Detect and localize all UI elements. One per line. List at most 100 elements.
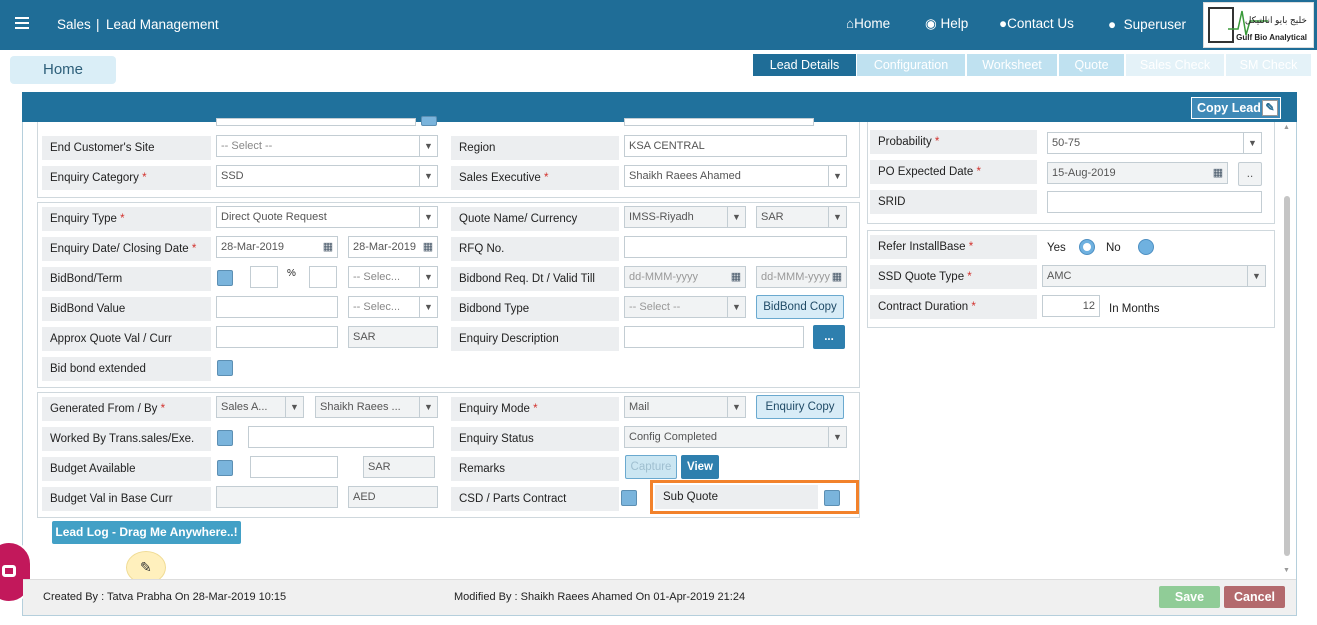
worked-by-label: Worked By Trans.sales/Exe. xyxy=(42,427,211,451)
srid-field[interactable] xyxy=(1047,191,1262,213)
contract-duration-field[interactable]: 12 xyxy=(1042,295,1100,317)
edit-icon: ✎ xyxy=(140,559,152,575)
bidbond-valid-till[interactable]: dd-MMM-yyyy ▦ xyxy=(756,266,847,288)
home-icon: ⌂ xyxy=(846,16,855,31)
bid-bond-extended-checkbox[interactable] xyxy=(217,360,233,376)
worked-by-field[interactable] xyxy=(248,426,434,448)
cut-off-field-2 xyxy=(624,118,814,126)
calendar-icon[interactable]: ▦ xyxy=(1209,163,1227,183)
bidbond-term-select[interactable]: -- Selec... ▼ xyxy=(348,266,438,288)
copy-lead-button[interactable]: Copy Lead ✎ xyxy=(1191,97,1281,119)
contract-duration-label: Contract Duration * xyxy=(870,295,1037,319)
probability-select[interactable]: 50-75 ▼ xyxy=(1047,132,1262,154)
calendar-icon[interactable]: ▦ xyxy=(419,237,437,257)
nav-contact[interactable]: ●Contact Us xyxy=(999,16,1074,32)
enquiry-mode-label: Enquiry Mode * xyxy=(451,397,619,421)
budget-available-checkbox[interactable] xyxy=(217,460,233,476)
bidbond-term-field[interactable] xyxy=(309,266,337,288)
enquiry-copy-button[interactable]: Enquiry Copy xyxy=(756,395,844,419)
bidbond-checkbox[interactable] xyxy=(217,270,233,286)
chevron-down-icon: ▼ xyxy=(1247,266,1265,286)
modified-by-text: Modified By : Shaikh Raees Ahamed On 01-… xyxy=(454,591,746,603)
enquiry-mode-select[interactable]: Mail ▼ xyxy=(624,396,746,418)
nav-user[interactable]: ● Superuser xyxy=(1108,17,1186,33)
bidbond-copy-button[interactable]: BidBond Copy xyxy=(756,295,844,319)
chevron-down-icon: ▼ xyxy=(419,136,437,156)
budget-available-label: Budget Available xyxy=(42,457,211,481)
end-customer-site-select[interactable]: -- Select -- ▼ xyxy=(216,135,438,157)
section-customer: End Customer's Site -- Select -- ▼ Region… xyxy=(37,116,860,198)
ssd-quote-type-select[interactable]: AMC ▼ xyxy=(1042,265,1266,287)
home-button[interactable]: Home xyxy=(10,56,116,84)
region-field[interactable]: KSA CENTRAL xyxy=(624,135,847,157)
end-customer-site-label: End Customer's Site xyxy=(42,136,211,160)
top-navbar: Sales | Lead Management ⌂Home ◉ Help ●Co… xyxy=(0,0,1317,50)
tab-sales-check[interactable]: Sales Check xyxy=(1126,54,1224,76)
po-more-button[interactable]: .. xyxy=(1238,162,1262,186)
sub-quote-checkbox[interactable] xyxy=(824,490,840,506)
enquiry-type-select[interactable]: Direct Quote Request ▼ xyxy=(216,206,438,228)
enquiry-category-select[interactable]: SSD ▼ xyxy=(216,165,438,187)
chevron-down-icon: ▼ xyxy=(828,427,846,447)
enquiry-status-select[interactable]: Config Completed ▼ xyxy=(624,426,847,448)
section-generated: Generated From / By * Sales A... ▼ Shaikh… xyxy=(37,392,860,518)
approx-quote-field[interactable] xyxy=(216,326,338,348)
logo-arabic-text: خليج بايو انالتيكل xyxy=(1244,15,1307,25)
calendar-icon[interactable]: ▦ xyxy=(828,267,846,287)
scroll-up-icon[interactable]: ▲ xyxy=(1283,124,1290,131)
nav-help[interactable]: ◉ Help xyxy=(925,16,968,32)
tab-worksheet[interactable]: Worksheet xyxy=(967,54,1057,76)
closing-date-field[interactable]: 28-Mar-2019 ▦ xyxy=(348,236,438,258)
chevron-down-icon: ▼ xyxy=(419,207,437,227)
remarks-label: Remarks xyxy=(451,457,619,481)
view-button[interactable]: View xyxy=(681,455,719,479)
sales-executive-select[interactable]: Shaikh Raees Ahamed ▼ xyxy=(624,165,847,187)
bidbond-req-date[interactable]: dd-MMM-yyyy ▦ xyxy=(624,266,746,288)
tab-configuration[interactable]: Configuration xyxy=(857,54,965,76)
budget-currency-field: SAR xyxy=(363,456,435,478)
calendar-icon[interactable]: ▦ xyxy=(727,267,745,287)
scrollbar[interactable]: ▲ ▼ xyxy=(1282,124,1292,578)
section-installbase: Refer InstallBase * Yes No SSD Quote Typ… xyxy=(867,230,1275,328)
worked-by-checkbox[interactable] xyxy=(217,430,233,446)
chevron-down-icon: ▼ xyxy=(419,297,437,317)
generated-from-select[interactable]: Sales A... ▼ xyxy=(216,396,304,418)
no-radio[interactable] xyxy=(1138,239,1154,255)
yes-radio[interactable] xyxy=(1079,239,1095,255)
tab-lead-details[interactable]: Lead Details xyxy=(753,54,856,76)
bid-bond-extended-label: Bid bond extended xyxy=(42,357,211,381)
cancel-button[interactable]: Cancel xyxy=(1224,586,1285,608)
enquiry-type-label: Enquiry Type * xyxy=(42,207,211,231)
nav-home[interactable]: ⌂Home xyxy=(846,16,890,32)
enquiry-description-field[interactable] xyxy=(624,326,804,348)
currency-select[interactable]: SAR ▼ xyxy=(756,206,847,228)
csd-parts-checkbox[interactable] xyxy=(621,490,637,506)
budget-base-label: Budget Val in Base Curr xyxy=(42,487,211,511)
menu-icon[interactable] xyxy=(15,17,29,29)
description-more-button[interactable]: ... xyxy=(813,325,845,349)
enquiry-date-field[interactable]: 28-Mar-2019 ▦ xyxy=(216,236,338,258)
scroll-down-icon[interactable]: ▼ xyxy=(1283,567,1290,574)
tab-sm-check[interactable]: SM Check xyxy=(1226,54,1311,76)
csd-parts-label: CSD / Parts Contract xyxy=(451,487,619,511)
scrollbar-thumb[interactable] xyxy=(1284,196,1290,556)
approx-quote-label: Approx Quote Val / Curr xyxy=(42,327,211,351)
save-button[interactable]: Save xyxy=(1159,586,1220,608)
chat-icon: ● xyxy=(999,16,1008,31)
rfq-field[interactable] xyxy=(624,236,847,258)
tab-quote[interactable]: Quote xyxy=(1059,54,1124,76)
budget-available-field[interactable] xyxy=(250,456,338,478)
lead-log-tooltip[interactable]: Lead Log - Drag Me Anywhere..! xyxy=(52,521,241,544)
quote-name-select[interactable]: IMSS-Riyadh ▼ xyxy=(624,206,746,228)
bidbond-value-field[interactable] xyxy=(216,296,338,318)
bidbond-type-select[interactable]: -- Select -- ▼ xyxy=(624,296,746,318)
bidbond-value-select[interactable]: -- Selec... ▼ xyxy=(348,296,438,318)
calendar-icon[interactable]: ▦ xyxy=(319,237,337,257)
section-enquiry: Enquiry Type * Direct Quote Request ▼ Quo… xyxy=(37,202,860,388)
chevron-down-icon: ▼ xyxy=(1243,133,1261,153)
bidbond-percent-field[interactable] xyxy=(250,266,278,288)
capture-button[interactable]: Capture xyxy=(625,455,677,479)
budget-base-field xyxy=(216,486,338,508)
po-expected-field[interactable]: 15-Aug-2019 ▦ xyxy=(1047,162,1228,184)
generated-by-select[interactable]: Shaikh Raees ... ▼ xyxy=(315,396,438,418)
